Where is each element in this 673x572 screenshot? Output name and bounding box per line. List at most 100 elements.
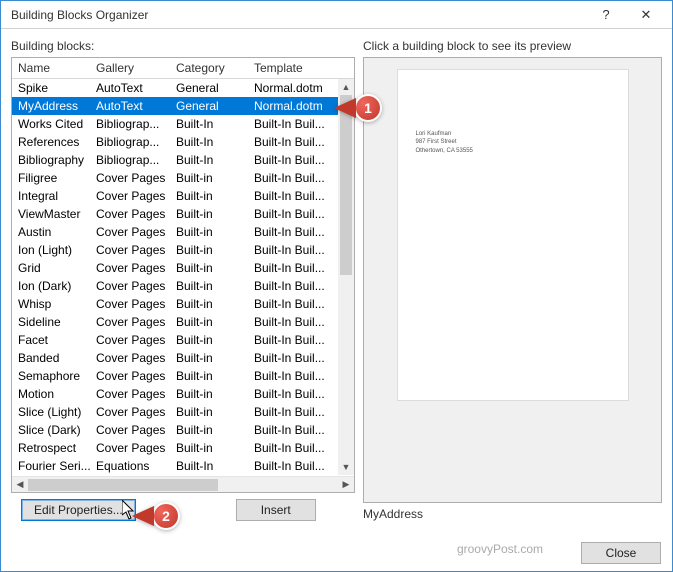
cell-name: Retrospect bbox=[12, 439, 90, 457]
cell-gallery: Cover Pages bbox=[90, 367, 170, 385]
table-row[interactable]: Slice (Dark)Cover PagesBuilt-inBuilt-In … bbox=[12, 421, 354, 439]
column-header-template[interactable]: Template bbox=[248, 58, 334, 78]
column-header-gallery[interactable]: Gallery bbox=[90, 58, 170, 78]
cell-name: Banded bbox=[12, 349, 90, 367]
cell-gallery: Bibliograp... bbox=[90, 115, 170, 133]
callout-1: 1 bbox=[354, 94, 382, 122]
cell-template: Built-In Buil... bbox=[248, 205, 334, 223]
table-row[interactable]: MotionCover PagesBuilt-inBuilt-In Buil..… bbox=[12, 385, 354, 403]
table-row[interactable]: AustinCover PagesBuilt-inBuilt-In Buil..… bbox=[12, 223, 354, 241]
preview-caption: MyAddress bbox=[363, 507, 662, 521]
cell-category: Built-In bbox=[170, 115, 248, 133]
titlebar[interactable]: Building Blocks Organizer ? ✕ bbox=[1, 1, 672, 29]
cell-gallery: AutoText bbox=[90, 97, 170, 115]
cell-name: Works Cited bbox=[12, 115, 90, 133]
cell-category: Built-in bbox=[170, 169, 248, 187]
cell-template: Built-In Buil... bbox=[248, 421, 334, 439]
cell-name: Filigree bbox=[12, 169, 90, 187]
preview-hint: Click a building block to see its previe… bbox=[363, 39, 662, 53]
cell-template: Built-In Buil... bbox=[248, 241, 334, 259]
cell-category: Built-in bbox=[170, 295, 248, 313]
h-scroll-track[interactable] bbox=[28, 477, 338, 493]
horizontal-scrollbar[interactable]: ◀ ▶ bbox=[12, 476, 354, 492]
cell-name: Ion (Dark) bbox=[12, 277, 90, 295]
cell-gallery: Equations bbox=[90, 457, 170, 475]
table-row[interactable]: ReferencesBibliograp...Built-InBuilt-In … bbox=[12, 133, 354, 151]
cell-category: Built-in bbox=[170, 241, 248, 259]
scroll-right-icon[interactable]: ▶ bbox=[338, 477, 354, 493]
cell-gallery: Cover Pages bbox=[90, 439, 170, 457]
list-headers: Name Gallery Category Template bbox=[12, 58, 354, 79]
cell-name: Integral bbox=[12, 187, 90, 205]
table-row[interactable]: GridCover PagesBuilt-inBuilt-In Buil... bbox=[12, 259, 354, 277]
cell-template: Built-In Buil... bbox=[248, 295, 334, 313]
close-button[interactable]: Close bbox=[581, 542, 661, 564]
column-header-name[interactable]: Name bbox=[12, 58, 90, 78]
insert-button[interactable]: Insert bbox=[236, 499, 316, 521]
cell-template: Built-In Buil... bbox=[248, 313, 334, 331]
table-row[interactable]: SidelineCover PagesBuilt-inBuilt-In Buil… bbox=[12, 313, 354, 331]
cell-gallery: Cover Pages bbox=[90, 385, 170, 403]
cell-name: Whisp bbox=[12, 295, 90, 313]
table-row[interactable]: MyAddressAutoTextGeneralNormal.dotm bbox=[12, 97, 354, 115]
cell-name: Ion (Light) bbox=[12, 241, 90, 259]
cell-template: Built-In Buil... bbox=[248, 457, 334, 475]
cell-template: Built-In Buil... bbox=[248, 133, 334, 151]
cell-gallery: Cover Pages bbox=[90, 241, 170, 259]
cell-gallery: AutoText bbox=[90, 79, 170, 97]
table-row[interactable]: RetrospectCover PagesBuilt-inBuilt-In Bu… bbox=[12, 439, 354, 457]
table-row[interactable]: Fourier Seri...EquationsBuilt-InBuilt-In… bbox=[12, 457, 354, 475]
building-blocks-list[interactable]: Name Gallery Category Template SpikeAuto… bbox=[11, 57, 355, 493]
cell-category: Built-In bbox=[170, 457, 248, 475]
cell-gallery: Bibliograp... bbox=[90, 151, 170, 169]
scroll-track[interactable] bbox=[338, 95, 354, 459]
table-row[interactable]: Ion (Dark)Cover PagesBuilt-inBuilt-In Bu… bbox=[12, 277, 354, 295]
table-row[interactable]: Slice (Light)Cover PagesBuilt-inBuilt-In… bbox=[12, 403, 354, 421]
preview-page: Lori Kaufman 987 First Street Othertown,… bbox=[398, 70, 628, 400]
scroll-down-icon[interactable]: ▼ bbox=[338, 459, 354, 475]
cell-gallery: Cover Pages bbox=[90, 295, 170, 313]
preview-line-3: Othertown, CA 53555 bbox=[416, 147, 610, 155]
callout-2: 2 bbox=[152, 502, 180, 530]
cell-category: Built-In bbox=[170, 151, 248, 169]
scroll-thumb[interactable] bbox=[340, 95, 352, 275]
cell-template: Built-In Buil... bbox=[248, 169, 334, 187]
cell-name: Fourier Seri... bbox=[12, 457, 90, 475]
table-row[interactable]: BibliographyBibliograp...Built-InBuilt-I… bbox=[12, 151, 354, 169]
h-scroll-thumb[interactable] bbox=[28, 479, 218, 491]
preview-line-2: 987 First Street bbox=[416, 138, 610, 146]
cell-category: Built-in bbox=[170, 403, 248, 421]
cell-template: Built-In Buil... bbox=[248, 277, 334, 295]
table-row[interactable]: FiligreeCover PagesBuilt-inBuilt-In Buil… bbox=[12, 169, 354, 187]
cell-gallery: Cover Pages bbox=[90, 205, 170, 223]
table-row[interactable]: IntegralCover PagesBuilt-inBuilt-In Buil… bbox=[12, 187, 354, 205]
help-button[interactable]: ? bbox=[586, 2, 626, 28]
right-pane: Click a building block to see its previe… bbox=[363, 39, 662, 521]
list-rows[interactable]: SpikeAutoTextGeneralNormal.dotmMyAddress… bbox=[12, 79, 354, 476]
close-icon[interactable]: ✕ bbox=[626, 2, 666, 28]
table-row[interactable]: FacetCover PagesBuilt-inBuilt-In Buil... bbox=[12, 331, 354, 349]
table-row[interactable]: ViewMasterCover PagesBuilt-inBuilt-In Bu… bbox=[12, 205, 354, 223]
table-row[interactable]: WhispCover PagesBuilt-inBuilt-In Buil... bbox=[12, 295, 354, 313]
watermark: groovyPost.com bbox=[457, 542, 543, 556]
scroll-left-icon[interactable]: ◀ bbox=[12, 477, 28, 493]
table-row[interactable]: SemaphoreCover PagesBuilt-inBuilt-In Bui… bbox=[12, 367, 354, 385]
scroll-up-icon[interactable]: ▲ bbox=[338, 79, 354, 95]
table-row[interactable]: Works CitedBibliograp...Built-InBuilt-In… bbox=[12, 115, 354, 133]
cell-category: Built-in bbox=[170, 313, 248, 331]
callout-1-label: 1 bbox=[354, 94, 382, 122]
cell-category: Built-in bbox=[170, 277, 248, 295]
cell-gallery: Cover Pages bbox=[90, 277, 170, 295]
table-row[interactable]: SpikeAutoTextGeneralNormal.dotm bbox=[12, 79, 354, 97]
cell-category: General bbox=[170, 79, 248, 97]
cell-template: Built-In Buil... bbox=[248, 349, 334, 367]
table-row[interactable]: BandedCover PagesBuilt-inBuilt-In Buil..… bbox=[12, 349, 354, 367]
cell-name: Spike bbox=[12, 79, 90, 97]
table-row[interactable]: Ion (Light)Cover PagesBuilt-inBuilt-In B… bbox=[12, 241, 354, 259]
window-title: Building Blocks Organizer bbox=[11, 8, 586, 22]
edit-properties-button[interactable]: Edit Properties... bbox=[21, 499, 136, 521]
vertical-scrollbar[interactable]: ▲ ▼ bbox=[338, 79, 354, 475]
cell-category: Built-in bbox=[170, 367, 248, 385]
column-header-category[interactable]: Category bbox=[170, 58, 248, 78]
cell-gallery: Cover Pages bbox=[90, 349, 170, 367]
